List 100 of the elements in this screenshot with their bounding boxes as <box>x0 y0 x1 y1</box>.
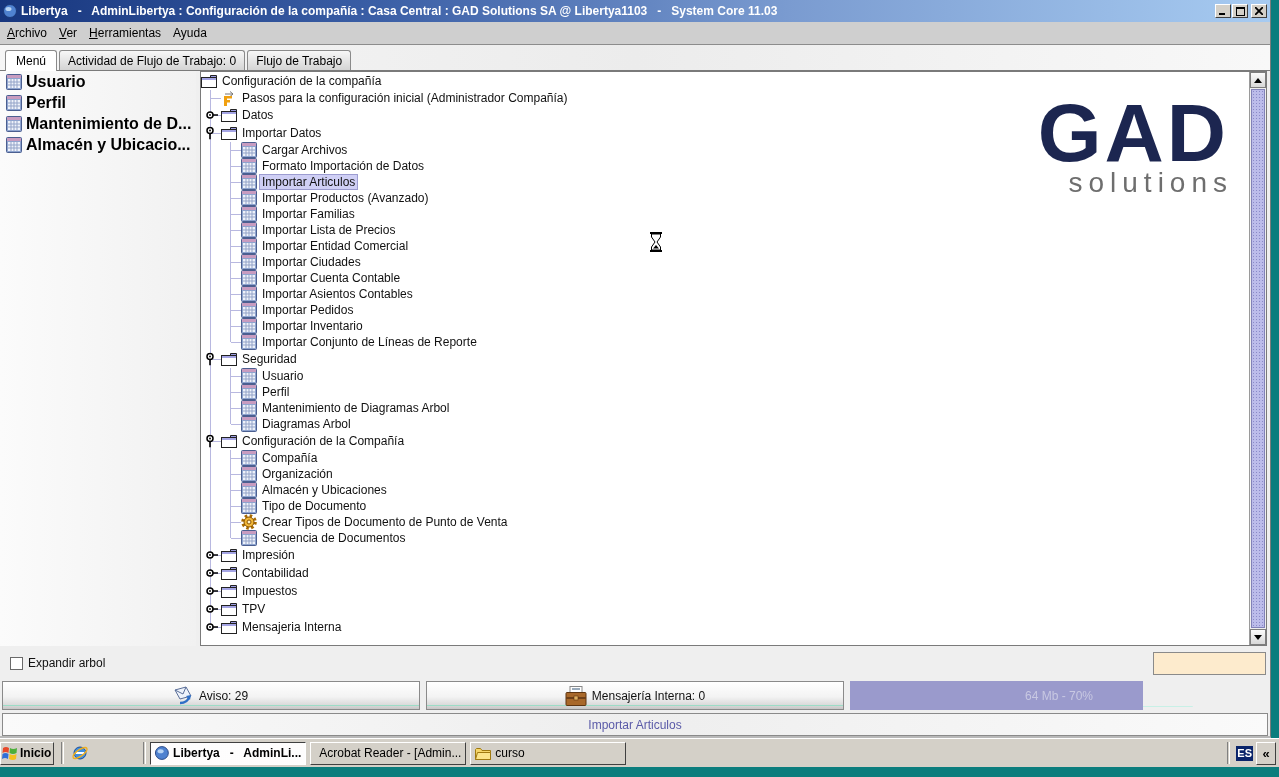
tree-item[interactable]: Configuración de la Compañía <box>239 433 408 449</box>
checkbox[interactable] <box>10 656 23 670</box>
tree-item[interactable]: Importar Productos (Avanzado) <box>259 190 432 206</box>
tree-item[interactable]: Mensajeria Interna <box>239 619 345 635</box>
up-arrow-icon <box>1254 77 1262 83</box>
window-icon <box>241 482 257 498</box>
tree-item[interactable]: Usuario <box>259 368 307 384</box>
folder-icon <box>475 746 492 760</box>
tree-item[interactable]: Importar Pedidos <box>259 302 357 318</box>
tree-item[interactable]: Importar Datos <box>239 125 325 141</box>
close-button[interactable] <box>1251 4 1267 18</box>
start-button[interactable]: Inicio <box>0 741 55 765</box>
language-indicator[interactable]: ES <box>1236 745 1253 761</box>
tree-item[interactable]: Importar Familias <box>259 206 358 222</box>
tree-item[interactable]: Perfil <box>259 384 293 400</box>
tree-item[interactable]: Importar Conjunto de Líneas de Reporte <box>259 334 480 350</box>
tree-item[interactable]: Pasos para la configuración inicial (Administrador Compañía) <box>239 90 571 106</box>
window-icon <box>241 302 257 318</box>
window-title: Libertya - AdminLibertya : Configuración de la compañía : Casa Central : GAD Solutions SA @ Libertya1103 - System Core 11.03 <box>21 4 779 18</box>
window-icon <box>241 190 257 206</box>
window-icon <box>241 416 257 432</box>
down-arrow-icon <box>1254 634 1262 640</box>
favorite-item[interactable]: Mantenimiento de D... <box>26 114 192 133</box>
tree-toggle-icon[interactable] <box>205 108 218 122</box>
tray-expand-button[interactable]: « <box>1256 741 1276 765</box>
input-field[interactable] <box>1153 651 1266 675</box>
maximize-icon <box>1235 6 1245 16</box>
maximize-button[interactable] <box>1232 4 1248 18</box>
tree-item[interactable]: Cargar Archivos <box>259 142 351 158</box>
favorite-item[interactable]: Perfil <box>26 93 66 112</box>
tree-toggle-icon[interactable] <box>205 620 218 634</box>
status-text: Importar Articulos <box>588 717 682 732</box>
globe-icon <box>3 4 17 18</box>
folder-icon <box>221 602 237 616</box>
minimize-button[interactable] <box>1215 4 1231 18</box>
tree-item[interactable]: Importar Asientos Contables <box>259 286 416 302</box>
tree-item[interactable]: Importar Cuenta Contable <box>259 270 404 286</box>
tree-toggle-icon[interactable] <box>205 584 218 598</box>
tree-item[interactable]: Secuencia de Documentos <box>259 530 409 546</box>
window-icon <box>6 136 22 153</box>
folder-icon <box>221 352 237 366</box>
tab[interactable]: Menú <box>5 50 58 71</box>
tree-item[interactable]: Organización <box>259 466 336 482</box>
folder-icon <box>221 620 237 634</box>
tree-item[interactable]: Crear Tipos de Documento de Punto de Venta <box>259 514 511 530</box>
tree-item[interactable]: Contabilidad <box>239 565 312 581</box>
window-icon <box>241 286 257 302</box>
window-icon <box>241 450 257 466</box>
messages-button[interactable]: Mensajería Interna: 0 <box>426 681 844 710</box>
tree-toggle-icon[interactable] <box>205 566 218 580</box>
tab[interactable]: Actividad de Flujo de Trabajo: 0 <box>59 50 246 70</box>
window-icon <box>241 498 257 514</box>
favorite-item[interactable]: Almacén y Ubicacio... <box>26 135 191 154</box>
tree-item[interactable]: Impuestos <box>239 583 301 599</box>
window-icon <box>241 530 257 546</box>
tree-item[interactable]: Mantenimiento de Diagramas Arbol <box>259 400 453 416</box>
tree-item[interactable]: Importar Entidad Comercial <box>259 238 412 254</box>
menu-item[interactable]: Ver <box>59 26 78 40</box>
scroll-up-button[interactable] <box>1250 72 1266 88</box>
folder-icon <box>221 548 237 562</box>
window-icon <box>241 142 257 158</box>
notices-button[interactable]: Aviso: 29 <box>2 681 420 710</box>
tree-item[interactable]: Importar Articulos <box>259 174 359 190</box>
taskbar-button[interactable]: Acrobat Reader - [Admin... <box>310 741 467 765</box>
taskbar-button[interactable]: Libertya - AdminLi... <box>150 741 307 765</box>
tree-item[interactable]: Almacén y Ubicaciones <box>259 482 390 498</box>
menu-item[interactable]: Ayuda <box>173 26 207 40</box>
tree-item[interactable]: Datos <box>239 107 277 123</box>
tree-item[interactable]: Importar Lista de Precios <box>259 222 399 238</box>
tree-item[interactable]: Importar Inventario <box>259 318 366 334</box>
tree-item[interactable]: Tipo de Documento <box>259 498 370 514</box>
tree-item[interactable]: Diagramas Arbol <box>259 416 354 432</box>
menu-item[interactable]: Herramientas <box>89 26 162 40</box>
folder-icon <box>221 584 237 598</box>
tree-item[interactable]: Seguridad <box>239 351 300 367</box>
taskbar-button[interactable]: curso <box>470 741 627 765</box>
scroll-down-button[interactable] <box>1250 629 1266 645</box>
tree-item[interactable]: Compañía <box>259 450 321 466</box>
tree-item[interactable]: Importar Ciudades <box>259 254 364 270</box>
tree-toggle-icon[interactable] <box>205 548 218 562</box>
tree-item[interactable]: Formato Importación de Datos <box>259 158 428 174</box>
tree-item[interactable]: Configuración de la compañía <box>219 73 385 89</box>
window-icon <box>241 254 257 270</box>
tree-item[interactable]: Impresión <box>239 547 298 563</box>
window-icon <box>241 206 257 222</box>
scrollbar[interactable] <box>1249 72 1266 645</box>
scroll-thumb[interactable] <box>1251 89 1265 628</box>
globe-ring-icon[interactable] <box>71 744 90 762</box>
tab[interactable]: Flujo de Trabajo <box>247 50 352 70</box>
menu-item[interactable]: Archivo <box>7 26 48 40</box>
window-icon <box>241 384 257 400</box>
folder-icon <box>221 126 237 140</box>
folder-icon <box>221 434 237 448</box>
favorite-item[interactable]: Usuario <box>26 72 86 91</box>
tree-toggle-icon[interactable] <box>205 602 218 616</box>
tree-item[interactable]: TPV <box>239 601 269 617</box>
folder-icon <box>221 566 237 580</box>
folder-icon <box>221 108 237 122</box>
window-icon <box>6 73 22 90</box>
logo-tagline: solutions <box>1068 168 1233 198</box>
